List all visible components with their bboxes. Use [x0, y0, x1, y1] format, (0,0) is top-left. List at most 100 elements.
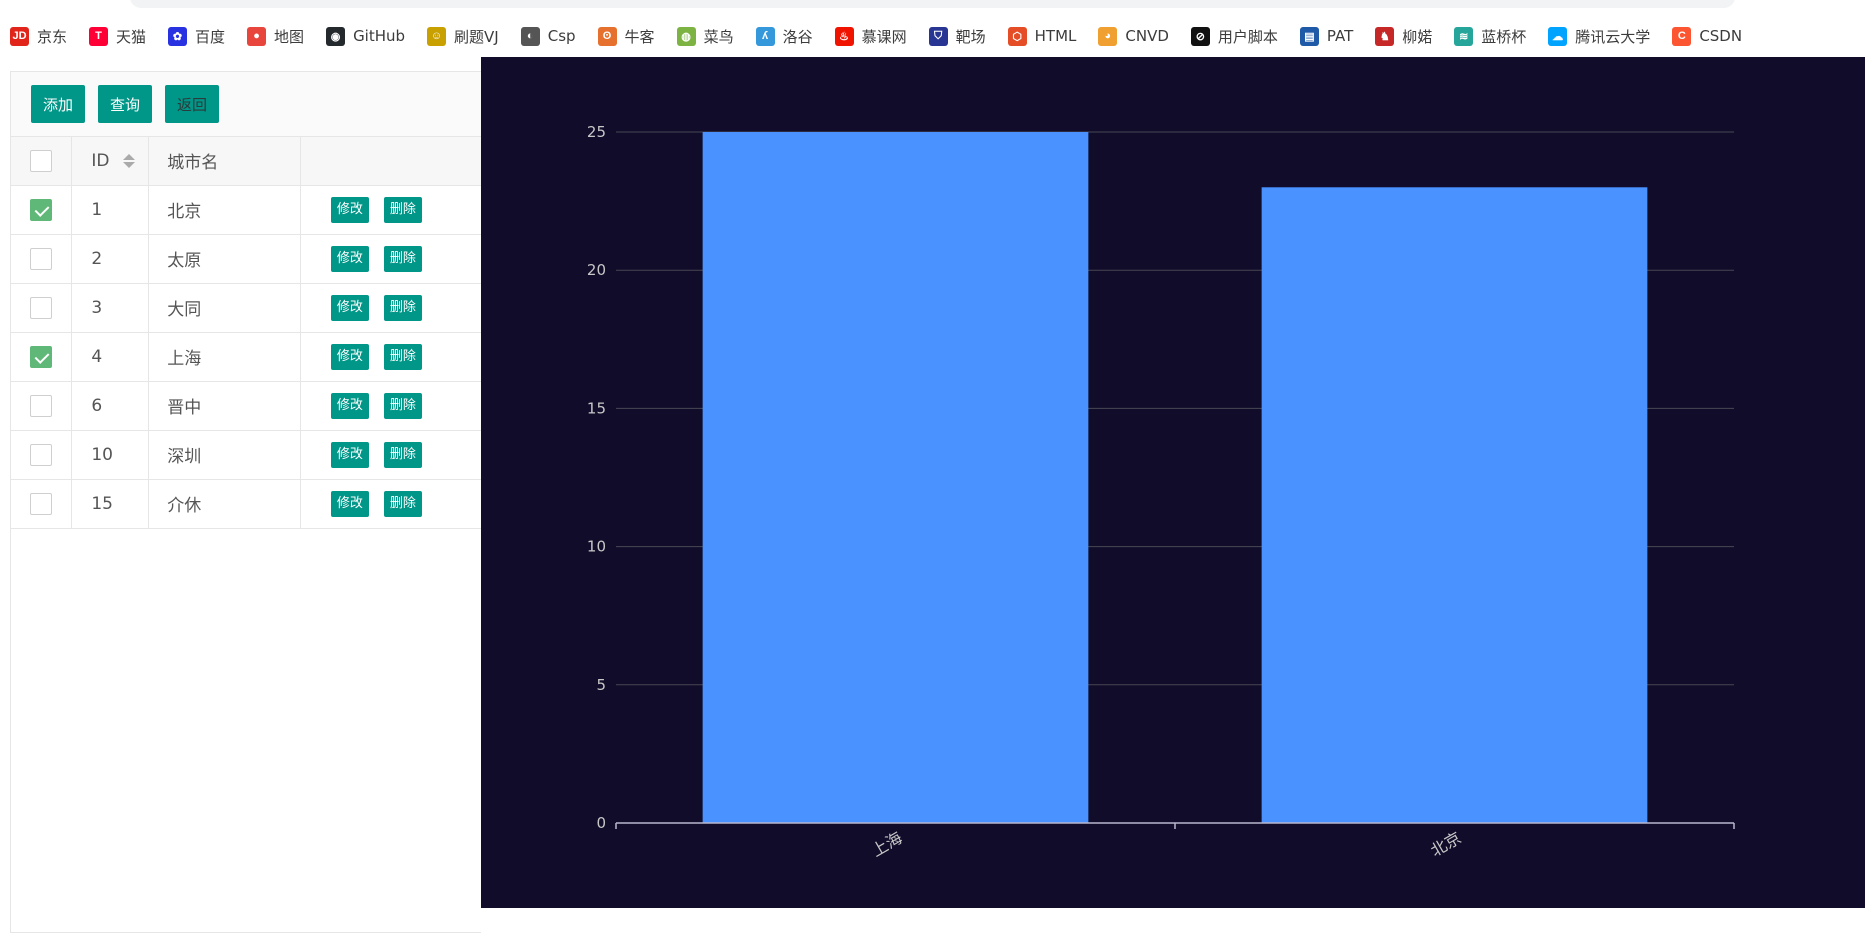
bar[interactable]	[702, 132, 1089, 823]
bookmark-label: 百度	[195, 27, 226, 46]
bookmark-item[interactable]: JD 京东	[10, 26, 67, 47]
bar-chart-panel: 0 5 10 15 20 25 上海 北京	[481, 57, 1865, 908]
back-button[interactable]: 返回	[165, 85, 220, 123]
bookmark-item[interactable]: ☁ 腾讯云大学	[1548, 26, 1650, 47]
name-header-label: 城市名	[167, 153, 219, 174]
row-actions: 修改 删除	[300, 381, 481, 431]
ops-column-header	[300, 137, 481, 186]
select-all-checkbox[interactable]	[30, 149, 53, 172]
bookmark-label: HTML	[1034, 27, 1077, 45]
row-actions: 修改 删除	[300, 332, 481, 382]
row-checkbox[interactable]	[30, 296, 53, 319]
row-checkbox[interactable]	[30, 247, 53, 270]
range-icon: ⛉	[928, 26, 948, 46]
bookmark-item[interactable]: ʎ 洛谷	[755, 26, 813, 47]
bookmark-label: CNVD	[1125, 27, 1169, 45]
edit-button[interactable]: 修改	[330, 196, 369, 223]
row-checkbox[interactable]	[30, 394, 53, 417]
bookmark-item[interactable]: C CSDN	[1672, 26, 1743, 46]
bookmark-label: 用户脚本	[1217, 27, 1278, 46]
bookmark-item[interactable]: ◐ Csp	[520, 26, 576, 46]
bookmark-item[interactable]: ◍ 菜鸟	[676, 26, 734, 47]
delete-button[interactable]: 删除	[383, 343, 422, 370]
edit-button[interactable]: 修改	[330, 392, 369, 419]
bookmark-item[interactable]: ◉ GitHub	[326, 26, 406, 46]
bookmark-item[interactable]: ◕ CNVD	[1098, 26, 1169, 46]
delete-button[interactable]: 删除	[383, 441, 422, 468]
bookmark-label: GitHub	[353, 27, 406, 45]
browser-chrome-strip	[0, 0, 1865, 12]
table-row: 3 大同 修改 删除	[11, 283, 481, 333]
row-id: 1	[71, 185, 150, 235]
row-checkbox[interactable]	[30, 198, 53, 221]
luogu-icon: ʎ	[755, 26, 775, 46]
row-id: 6	[71, 381, 150, 431]
row-id: 3	[71, 283, 150, 333]
delete-button[interactable]: 删除	[383, 490, 422, 517]
bar[interactable]	[1261, 187, 1648, 823]
bookmark-label: 柳婼	[1402, 27, 1433, 46]
add-button[interactable]: 添加	[31, 85, 86, 123]
bookmark-item[interactable]: ⬡ HTML	[1007, 26, 1077, 46]
y-tick-label: 5	[596, 676, 606, 694]
table-row: 4 上海 修改 删除	[11, 332, 481, 382]
bookmark-item[interactable]: T 天猫	[89, 26, 146, 47]
userscript-icon: ⊘	[1190, 26, 1210, 46]
table-row: 2 太原 修改 删除	[11, 234, 481, 284]
row-actions: 修改 删除	[300, 234, 481, 284]
bookmark-item[interactable]: ⛉ 靶场	[928, 26, 986, 47]
table-header-row: ID 城市名	[11, 137, 481, 186]
bookmark-label: Csp	[547, 27, 576, 45]
id-column-header[interactable]: ID	[71, 137, 150, 186]
bookmark-item[interactable]: ≋ 蓝桥杯	[1454, 26, 1526, 47]
address-bar[interactable]	[130, 0, 1735, 8]
row-actions: 修改 删除	[300, 430, 481, 480]
sort-icon[interactable]	[122, 153, 135, 168]
y-tick-label: 25	[587, 123, 606, 141]
select-all-cell	[11, 137, 73, 186]
query-button[interactable]: 查询	[98, 85, 153, 123]
bookmark-item[interactable]: ● 地图	[247, 26, 304, 47]
edit-button[interactable]: 修改	[330, 294, 369, 321]
row-checkbox[interactable]	[30, 345, 53, 368]
bookmark-item[interactable]: ʘ 牛客	[597, 26, 655, 47]
edit-button[interactable]: 修改	[330, 343, 369, 370]
row-city-name: 太原	[148, 234, 301, 284]
delete-button[interactable]: 删除	[383, 392, 422, 419]
bookmark-item[interactable]: ✿ 百度	[168, 26, 225, 47]
bookmark-item[interactable]: ☺ 刷题VJ	[427, 26, 499, 47]
bookmark-item[interactable]: ⊘ 用户脚本	[1190, 26, 1278, 47]
row-city-name: 晋中	[148, 381, 301, 431]
bookmark-label: 蓝桥杯	[1481, 27, 1527, 46]
bookmark-label: 腾讯云大学	[1575, 27, 1651, 46]
liuchuo-icon: ♞	[1375, 26, 1395, 46]
row-checkbox[interactable]	[30, 443, 53, 466]
table-toolbar: 添加 查询 返回	[11, 72, 481, 137]
x-tick-label: 北京	[1427, 828, 1464, 860]
edit-button[interactable]: 修改	[330, 490, 369, 517]
table-row: 10 深圳 修改 删除	[11, 430, 481, 480]
delete-button[interactable]: 删除	[383, 294, 422, 321]
delete-button[interactable]: 删除	[383, 245, 422, 272]
runoob-icon: ◍	[676, 26, 696, 46]
bookmark-item[interactable]: ♞ 柳婼	[1375, 26, 1432, 47]
y-tick-label: 15	[587, 399, 606, 417]
imooc-icon: ♨	[834, 26, 854, 46]
edit-button[interactable]: 修改	[330, 441, 369, 468]
row-select-cell	[11, 185, 73, 235]
row-checkbox[interactable]	[30, 492, 53, 515]
bookmark-label: 京东	[37, 27, 68, 46]
github-icon: ◉	[326, 26, 346, 46]
row-select-cell	[11, 332, 73, 382]
row-id: 2	[71, 234, 150, 284]
bookmark-item[interactable]: ♨ 慕课网	[834, 26, 907, 47]
bookmark-label: CSDN	[1699, 27, 1743, 45]
bookmark-item[interactable]: ▤ PAT	[1299, 26, 1353, 46]
bookmark-label: 洛谷	[782, 27, 813, 46]
bookmarks-bar: JD 京东 T 天猫 ✿ 百度 ● 地图 ◉ GitHub ☺ 刷题VJ ◐ Csp ʘ 牛客 ◍ 菜鸟 ʎ 洛谷 ♨ 慕…	[0, 20, 1865, 52]
id-header-label: ID	[91, 150, 110, 171]
lanqiao-icon: ≋	[1454, 26, 1474, 46]
edit-button[interactable]: 修改	[330, 245, 369, 272]
delete-button[interactable]: 删除	[383, 196, 422, 223]
bookmark-label: 刷题VJ	[454, 27, 499, 46]
